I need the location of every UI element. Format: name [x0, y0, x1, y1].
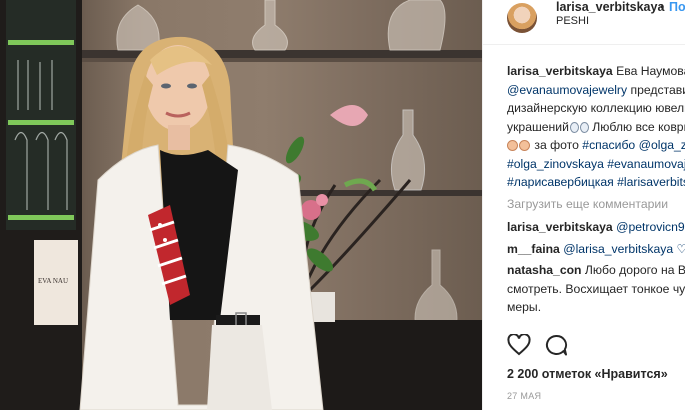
- caption-line: #ларисавербицкая #larisaverbitskaya: [507, 173, 685, 192]
- comment-text: смотреть. Восхищает тонкое чувство: [507, 281, 685, 296]
- mention-link[interactable]: @olga_zinovskaya: [635, 138, 685, 152]
- post-actions: [507, 334, 667, 360]
- caption-text: представила: [630, 82, 685, 97]
- caption-line: #olga_zinovskaya #evanaumovajewelry: [507, 155, 685, 174]
- comment-text: меры.: [507, 300, 542, 314]
- caption-text: за фото: [534, 138, 583, 152]
- ring-icon: [579, 121, 589, 133]
- post-header: larisa_verbitskaya • Подписаться PESHI: [483, 0, 685, 45]
- ring-icon: [569, 121, 579, 133]
- likes-count[interactable]: 2 200 отметок «Нравится»: [507, 367, 668, 381]
- comment-continuation: меры.: [507, 298, 685, 317]
- caption-text: дизайнерскую коллекцию ювелирных: [507, 101, 685, 115]
- caption-line: дизайнерскую коллекцию ювелирных: [507, 99, 685, 118]
- comment-username[interactable]: natasha_con: [507, 263, 582, 277]
- separator-dot: •: [660, 0, 665, 14]
- comment-item: m__faina @larisa_verbitskaya ♡: [507, 240, 685, 259]
- comment-item: natasha_con Любо дорого на Вас: [507, 261, 685, 280]
- comment-icon[interactable]: [544, 334, 568, 356]
- avatar[interactable]: [507, 3, 537, 33]
- post-sidebar: larisa_verbitskaya • Подписаться PESHI l…: [482, 0, 685, 410]
- follow-button[interactable]: Подписаться: [669, 0, 685, 14]
- mention-link[interactable]: @evanaumovajewelry: [507, 83, 627, 97]
- bag-text: EVA NAU: [38, 277, 68, 285]
- comment-mention[interactable]: @petrovicn9: [613, 220, 685, 234]
- heart-icon[interactable]: [507, 334, 531, 356]
- comment-continuation: смотреть. Восхищает тонкое чувство: [507, 280, 685, 299]
- face-emoji-icon: [507, 140, 518, 151]
- face-emoji-icon: [519, 140, 530, 151]
- caption-line: larisa_verbitskaya Ева Наумова: [507, 62, 685, 81]
- hashtag-link[interactable]: #спасибо: [582, 138, 635, 152]
- caption-line: @evanaumovajewelry представила: [507, 81, 685, 100]
- hashtag-link[interactable]: #olga_zinovskaya #evanaumovajewelry: [507, 157, 685, 171]
- comment-username[interactable]: larisa_verbitskaya: [507, 220, 613, 234]
- caption-line: украшений Люблю все ковры: [507, 118, 685, 137]
- comment-mention[interactable]: @larisa_verbitskaya ♡: [560, 242, 685, 256]
- photo-scene: EVA NAU: [0, 0, 482, 410]
- caption-text: Люблю все ковры: [588, 119, 685, 134]
- caption-username[interactable]: larisa_verbitskaya: [507, 64, 613, 78]
- post-date: 27 МАЯ: [507, 391, 542, 401]
- load-more-comments-button[interactable]: Загрузить еще комментарии: [507, 195, 685, 214]
- location-link[interactable]: PESHI: [556, 15, 589, 27]
- comments-section: larisa_verbitskaya Ева Наумова @evanaumo…: [507, 62, 685, 317]
- comment-text: Любо дорого на Вас: [584, 263, 685, 277]
- caption-text: украшений: [507, 119, 569, 134]
- comment-username[interactable]: m__faina: [507, 242, 560, 256]
- author-username[interactable]: larisa_verbitskaya: [556, 0, 664, 14]
- caption-text: Ева Наумова: [612, 64, 685, 78]
- comment-item: larisa_verbitskaya @petrovicn9: [507, 218, 685, 237]
- post-photo[interactable]: EVA NAU: [0, 0, 482, 410]
- caption-line: за фото #спасибо @olga_zinovskaya: [507, 136, 685, 155]
- hashtag-link[interactable]: #ларисавербицкая #larisaverbitskaya: [507, 175, 685, 189]
